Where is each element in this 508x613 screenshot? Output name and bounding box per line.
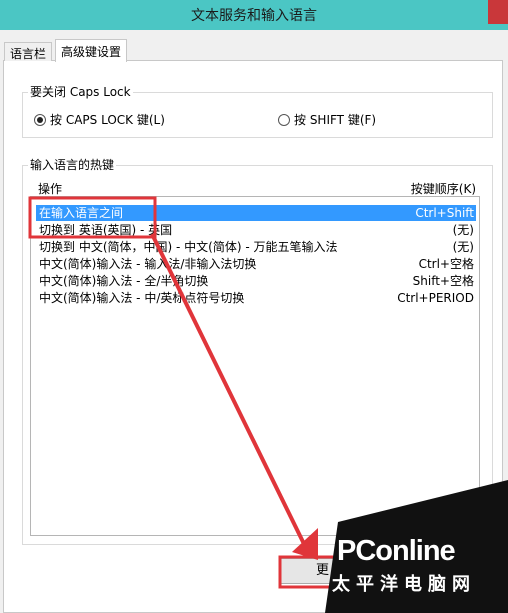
highlight-box-button	[278, 555, 340, 589]
highlight-box-row	[28, 196, 157, 239]
annotation-arrow-head	[292, 528, 318, 560]
annotation-arrow-line	[150, 233, 308, 549]
tab-advanced-key-settings[interactable]: 高级键设置	[55, 39, 128, 62]
annotation-overlay	[28, 196, 508, 613]
watermark-logo: PConline	[337, 535, 456, 567]
watermark-subtitle: 太平洋电脑网	[332, 574, 476, 595]
